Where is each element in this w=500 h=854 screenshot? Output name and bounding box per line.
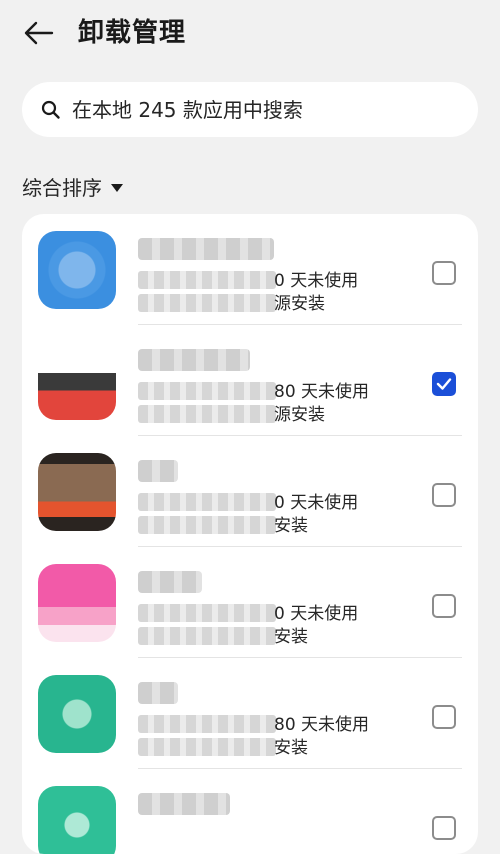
- caret-down-icon: [110, 183, 124, 193]
- app-row[interactable]: 80 天未使用 安装: [22, 658, 478, 769]
- select-checkbox[interactable]: [432, 705, 456, 729]
- checkmark-icon: [436, 378, 452, 390]
- app-row[interactable]: 0 天未使用 安装: [22, 436, 478, 547]
- install-source-label: 安装: [274, 627, 308, 647]
- app-meta-blurred: [138, 493, 276, 511]
- app-list: 0 天未使用 源安装 80 天未使用 源安装 0 天未使用 安装 0 天未使用 …: [22, 214, 478, 854]
- app-meta-blurred: [138, 516, 276, 534]
- app-meta-blurred: [138, 604, 276, 622]
- back-button[interactable]: [22, 16, 56, 50]
- app-name-blurred: [138, 460, 178, 482]
- sort-label: 综合排序: [22, 176, 102, 200]
- install-source-label: 源安装: [274, 294, 325, 314]
- select-checkbox[interactable]: [432, 594, 456, 618]
- app-icon: [38, 342, 116, 420]
- app-row[interactable]: 80 天未使用 源安装: [22, 325, 478, 436]
- unused-days-label: 0 天未使用: [274, 604, 359, 624]
- page-title: 卸载管理: [78, 18, 187, 48]
- app-name-blurred: [138, 349, 250, 371]
- app-name-blurred: [138, 682, 178, 704]
- app-name-blurred: [138, 238, 274, 260]
- select-checkbox[interactable]: [432, 816, 456, 840]
- app-meta-blurred: [138, 271, 276, 289]
- app-meta-blurred: [138, 715, 276, 733]
- app-icon: [38, 231, 116, 309]
- unused-days-label: 0 天未使用: [274, 493, 359, 513]
- app-row[interactable]: [22, 769, 478, 854]
- app-meta-blurred: [138, 738, 276, 756]
- select-checkbox[interactable]: [432, 261, 456, 285]
- app-meta-blurred: [138, 294, 276, 312]
- unused-days-label: 80 天未使用: [274, 715, 370, 735]
- app-row[interactable]: 0 天未使用 源安装: [22, 214, 478, 325]
- app-name-blurred: [138, 571, 202, 593]
- unused-days-label: 80 天未使用: [274, 382, 370, 402]
- arrow-left-icon: [24, 21, 54, 45]
- install-source-label: 安装: [274, 516, 308, 536]
- app-icon: [38, 675, 116, 753]
- app-icon: [38, 564, 116, 642]
- app-meta-blurred: [138, 627, 276, 645]
- install-source-label: 安装: [274, 738, 308, 758]
- app-icon: [38, 786, 116, 854]
- app-icon: [38, 453, 116, 531]
- app-meta-blurred: [138, 382, 276, 400]
- app-row[interactable]: 0 天未使用 安装: [22, 547, 478, 658]
- app-meta-blurred: [138, 405, 276, 423]
- unused-days-label: 0 天未使用: [274, 271, 359, 291]
- select-checkbox[interactable]: [432, 372, 456, 396]
- search-input[interactable]: 在本地 245 款应用中搜索: [22, 82, 478, 137]
- search-icon: [40, 99, 62, 121]
- search-placeholder: 在本地 245 款应用中搜索: [72, 97, 303, 122]
- install-source-label: 源安装: [274, 405, 325, 425]
- select-checkbox[interactable]: [432, 483, 456, 507]
- title-bar: 卸载管理: [0, 0, 500, 70]
- app-name-blurred: [138, 793, 230, 815]
- sort-dropdown[interactable]: 综合排序: [22, 174, 124, 202]
